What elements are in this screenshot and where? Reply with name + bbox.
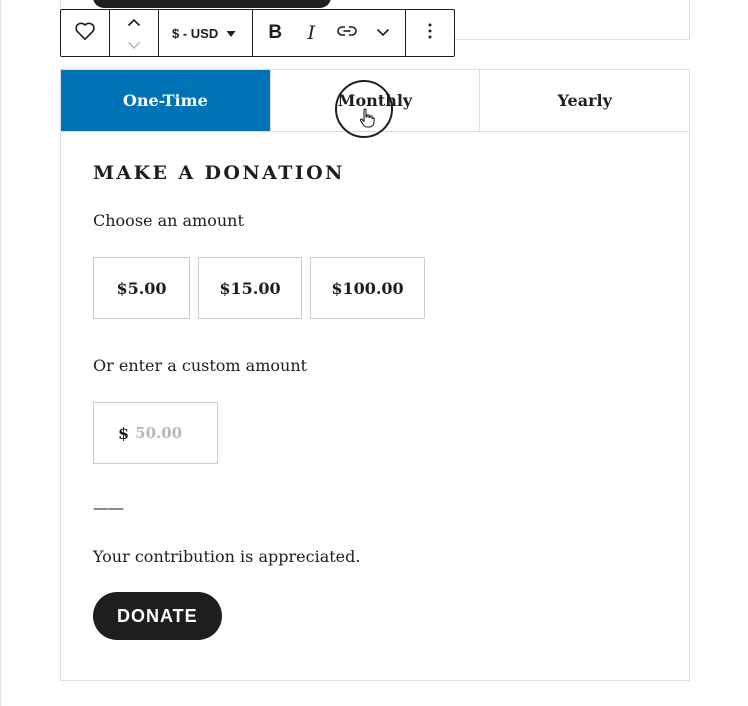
amount-options: $5.00 $15.00 $100.00 (93, 257, 657, 319)
custom-amount-label[interactable]: Or enter a custom amount (93, 356, 657, 375)
custom-amount-field[interactable]: $ (93, 402, 218, 464)
link-button[interactable] (329, 10, 365, 56)
options-group (406, 10, 454, 56)
amount-button-15[interactable]: $15.00 (198, 257, 302, 319)
donate-button[interactable]: DONATE (93, 592, 222, 640)
heart-icon (74, 21, 96, 46)
donation-widget: One-Time Monthly Yearly MAKE A DONATION … (60, 69, 690, 681)
block-type-button[interactable] (61, 10, 109, 56)
thanks-message[interactable]: Your contribution is appreciated. (93, 547, 657, 566)
block-movers (110, 10, 158, 56)
donation-heading[interactable]: MAKE A DONATION (93, 162, 657, 184)
currency-group: $ - USD (159, 10, 254, 56)
chevron-up-icon[interactable] (127, 12, 141, 31)
editor-canvas: $ - USD B I One-Time Monthly Yearly MAKE… (0, 0, 748, 706)
donation-body: MAKE A DONATION Choose an amount $5.00 $… (61, 162, 689, 640)
separator[interactable]: —— (93, 498, 657, 517)
custom-amount-input[interactable] (135, 424, 206, 442)
block-mover-group (110, 10, 159, 56)
amount-button-100[interactable]: $100.00 (310, 257, 425, 319)
currency-label: $ - USD (172, 25, 219, 41)
options-button[interactable] (406, 10, 454, 56)
tab-one-time[interactable]: One-Time (61, 70, 271, 131)
hand-pointer-icon (359, 108, 375, 132)
vertical-ellipsis-icon (428, 23, 432, 44)
block-toolbar: $ - USD B I (60, 9, 456, 57)
amount-button-5[interactable]: $5.00 (93, 257, 190, 319)
choose-amount-label[interactable]: Choose an amount (93, 211, 657, 230)
chevron-down-icon (376, 24, 390, 42)
caret-down-icon (226, 26, 236, 41)
block-type-group (61, 10, 110, 56)
tab-yearly[interactable]: Yearly (480, 70, 689, 131)
link-icon (336, 24, 358, 43)
more-formats-button[interactable] (365, 10, 401, 56)
format-group: B I (253, 10, 407, 56)
chevron-down-icon[interactable] (127, 35, 141, 54)
previous-block-button[interactable] (93, 0, 331, 8)
custom-currency-symbol: $ (118, 423, 130, 443)
bold-button[interactable]: B (257, 10, 293, 56)
currency-select[interactable]: $ - USD (159, 10, 252, 56)
italic-button[interactable]: I (293, 10, 329, 56)
